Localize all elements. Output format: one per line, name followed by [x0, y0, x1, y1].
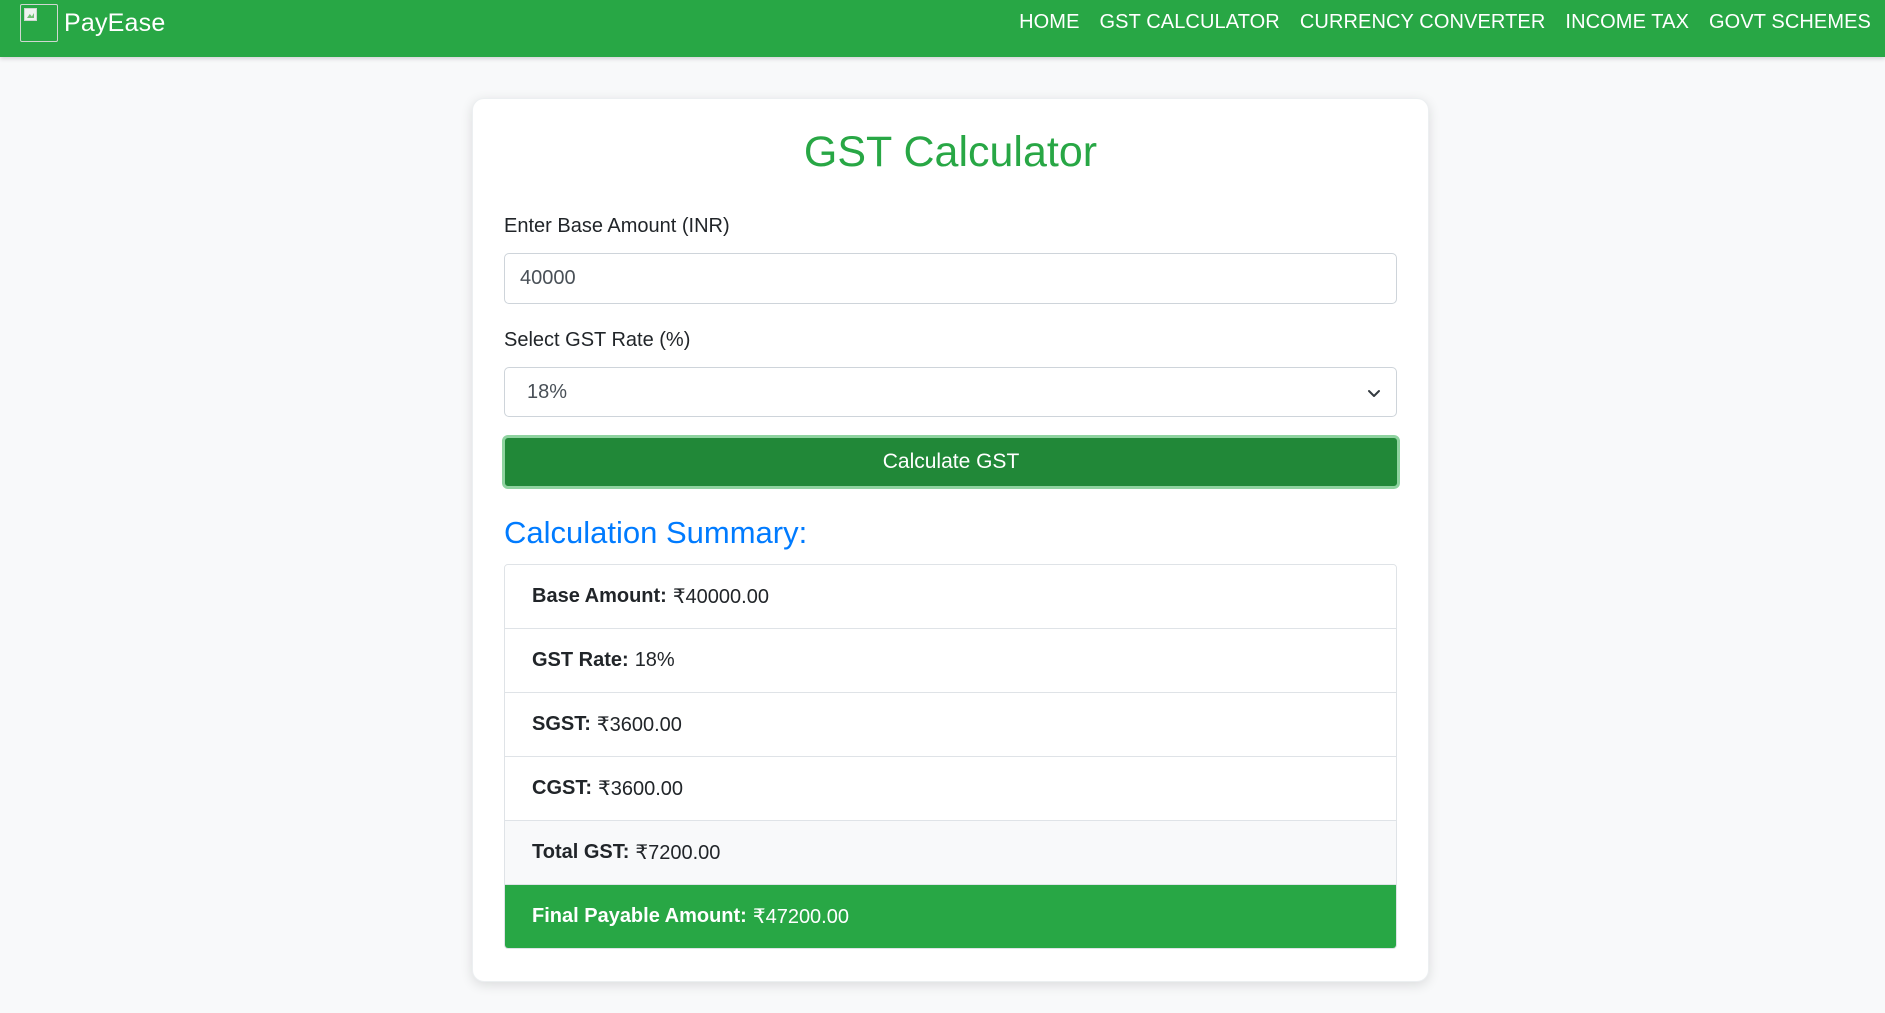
summary-value: 18%	[634, 649, 675, 671]
brand-name: PayEase	[64, 8, 166, 37]
nav-home[interactable]: HOME	[1019, 11, 1079, 34]
chevron-down-icon	[1368, 390, 1380, 397]
top-navbar: PayEase HOME GST CALCULATOR CURRENCY CON…	[0, 0, 1885, 57]
page-title: GST Calculator	[803, 128, 1098, 176]
summary-label: SGST:	[532, 713, 591, 735]
nav-income-tax[interactable]: INCOME TAX	[1565, 11, 1689, 34]
gst-rate-label: Select GST Rate (%)	[504, 329, 691, 351]
summary-row-final-payable: Final Payable Amount: ₹47200.00	[505, 885, 1396, 948]
summary-row-total-gst: Total GST: ₹7200.00	[505, 821, 1396, 885]
logo-broken-image-icon	[20, 4, 58, 42]
nav-gst-calculator[interactable]: GST CALCULATOR	[1100, 11, 1280, 34]
summary-label: Total GST:	[532, 841, 630, 863]
nav-govt-schemes[interactable]: GOVT SCHEMES	[1709, 11, 1871, 34]
base-amount-input[interactable]	[504, 253, 1397, 304]
summary-label: Base Amount:	[532, 585, 667, 607]
summary-row-cgst: CGST: ₹3600.00	[505, 757, 1396, 821]
summary-row-base-amount: Base Amount: ₹40000.00	[505, 565, 1396, 629]
summary-value: ₹47200.00	[752, 906, 849, 928]
summary-value: ₹40000.00	[672, 586, 769, 608]
nav-links: HOME GST CALCULATOR CURRENCY CONVERTER I…	[999, 0, 1871, 44]
summary-title: Calculation Summary:	[504, 515, 808, 550]
summary-label: CGST:	[532, 777, 592, 799]
summary-value: ₹3600.00	[598, 778, 684, 800]
summary-row-sgst: SGST: ₹3600.00	[505, 693, 1396, 757]
base-amount-label: Enter Base Amount (INR)	[504, 215, 730, 237]
nav-currency-converter[interactable]: CURRENCY CONVERTER	[1300, 11, 1546, 34]
summary-row-gst-rate: GST Rate: 18%	[505, 629, 1396, 693]
calculate-gst-button[interactable]: Calculate GST	[502, 435, 1400, 489]
summary-label: GST Rate:	[532, 649, 629, 671]
brand-link[interactable]: PayEase	[20, 4, 165, 42]
summary-value: ₹3600.00	[596, 714, 682, 736]
summary-value: ₹7200.00	[635, 842, 721, 864]
summary-label: Final Payable Amount:	[532, 905, 747, 927]
gst-rate-select[interactable]: 18%	[504, 367, 1397, 417]
gst-rate-selected-value: 18%	[527, 380, 568, 403]
summary-list: Base Amount: ₹40000.00 GST Rate: 18% SGS…	[504, 564, 1397, 949]
